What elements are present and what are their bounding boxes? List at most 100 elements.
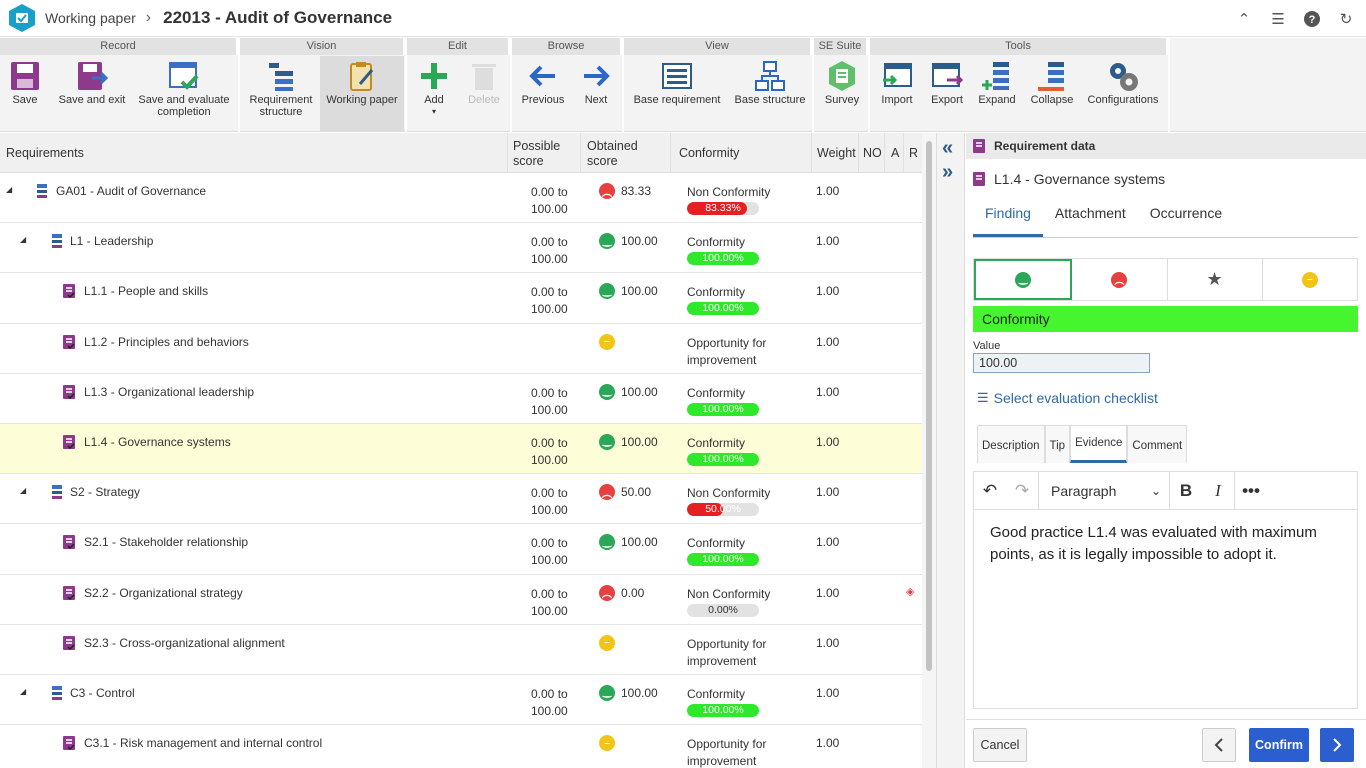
obtained-score: ‿ 100.00 xyxy=(599,283,658,300)
cancel-button[interactable]: Cancel xyxy=(973,728,1027,762)
ribbon-group-title: Tools xyxy=(870,38,1168,55)
group-icon xyxy=(52,685,62,700)
table-row[interactable]: S2.1 - Stakeholder relationship 0.00 to 10… xyxy=(0,524,922,575)
conformity-progress-bar: 100.00% xyxy=(687,402,759,416)
collapse-up-icon[interactable]: ⌃ xyxy=(1234,9,1254,29)
table-row[interactable]: ◢ GA01 - Audit of Governance 0.00 to 100.00… xyxy=(0,173,922,224)
next-requirement-button[interactable] xyxy=(1320,728,1354,762)
table-row[interactable]: ◢ L1 - Leadership 0.00 to 100.00 ‿ 100.00 Conf… xyxy=(0,223,922,274)
survey-button[interactable]: Survey xyxy=(818,56,866,132)
table-row[interactable]: S2.3 - Cross-organizational alignment – Op… xyxy=(0,625,922,675)
tab-tip[interactable]: Tip xyxy=(1044,425,1071,463)
export-button[interactable]: Export xyxy=(926,56,968,132)
table-row[interactable]: L1.3 - Organizational leadership 0.00 to 1… xyxy=(0,374,922,424)
column-header-weight[interactable]: Weight xyxy=(817,146,856,161)
conformity-status: Conformity 100.00% xyxy=(687,234,759,266)
value-field[interactable]: 100.00 xyxy=(973,353,1150,373)
risk-marker-icon[interactable]: ◈ xyxy=(906,585,914,598)
base-requirement-button[interactable]: Base requirement xyxy=(630,56,724,132)
save-and-exit-button[interactable]: Save and exit xyxy=(54,56,130,132)
add-button[interactable]: Add ▾ xyxy=(413,56,455,132)
paragraph-style-select[interactable]: Paragraph ⌄ xyxy=(1039,472,1169,510)
tab-attachment[interactable]: Attachment xyxy=(1043,201,1138,237)
table-row[interactable]: L1.2 - Principles and behaviors – Opportun… xyxy=(0,324,922,374)
star-icon: ★ xyxy=(1206,269,1223,289)
table-row[interactable]: ◢ C3 - Control 0.00 to 100.00 ‿ 100.00 Conform… xyxy=(0,675,922,726)
finding-conformity-option[interactable]: ‿ xyxy=(974,259,1073,300)
requirement-data-panel: Requirement data L1.4 - Governance syste… xyxy=(966,133,1366,768)
scrollbar-thumb[interactable] xyxy=(926,141,932,671)
column-header-no[interactable]: NO xyxy=(863,146,882,161)
table-row[interactable]: ◢ S2 - Strategy 0.00 to 100.00 ︵ 50.00 Non Con… xyxy=(0,474,922,525)
save-and-evaluate-button[interactable]: Save and evaluate completion xyxy=(134,56,234,132)
base-structure-button[interactable]: Base structure xyxy=(730,56,810,132)
help-icon[interactable]: ? xyxy=(1302,9,1322,29)
tab-comment[interactable]: Comment xyxy=(1127,425,1188,463)
obtained-score: ‿ 100.00 xyxy=(599,684,658,701)
tab-evidence[interactable]: Evidence xyxy=(1070,425,1128,463)
more-options-icon[interactable]: ••• xyxy=(1235,472,1267,510)
previous-button[interactable]: Previous xyxy=(516,56,570,132)
italic-icon[interactable]: I xyxy=(1202,472,1234,510)
chevron-right-icon: › xyxy=(145,9,152,26)
evidence-text-area[interactable]: Good practice L1.4 was evaluated with ma… xyxy=(974,510,1357,578)
column-header-requirements[interactable]: Requirements xyxy=(6,146,84,161)
expand-right-icon[interactable]: » xyxy=(942,161,953,184)
finding-opportunity-option[interactable]: – xyxy=(1263,259,1357,300)
requirement-name: GA01 - Audit of Governance xyxy=(56,184,207,198)
column-header-conformity[interactable]: Conformity xyxy=(679,146,739,161)
conformity-progress-bar: 100.00% xyxy=(687,252,759,266)
expand-caret-icon[interactable]: ◢ xyxy=(20,687,26,696)
tab-finding[interactable]: Finding xyxy=(973,201,1043,237)
smile-face-icon: ‿ xyxy=(599,684,615,701)
requirement-structure-button[interactable]: Requirement structure xyxy=(242,56,320,132)
confirm-button[interactable]: Confirm xyxy=(1249,728,1309,762)
obtained-score: – xyxy=(599,735,621,752)
collapse-left-icon[interactable]: « xyxy=(942,137,953,160)
save-button[interactable]: Save xyxy=(2,56,48,132)
bold-icon[interactable]: B xyxy=(1170,472,1202,510)
previous-requirement-button[interactable] xyxy=(1202,728,1236,762)
column-header-r[interactable]: R xyxy=(909,146,918,161)
weight-value: 1.00 xyxy=(816,334,840,349)
working-paper-button[interactable]: Working paper xyxy=(320,56,404,132)
tab-description[interactable]: Description xyxy=(977,425,1045,463)
table-row[interactable]: L1.1 - People and skills 0.00 to 100.00 ‿ 10… xyxy=(0,273,922,324)
base-structure-icon xyxy=(755,61,785,91)
neutral-face-icon: – xyxy=(1301,271,1318,288)
structure-icon xyxy=(269,63,293,91)
obtained-score: ︵ 50.00 xyxy=(599,484,651,501)
expand-caret-icon[interactable]: ◢ xyxy=(6,185,12,194)
list-icon[interactable]: ☰ xyxy=(1268,9,1288,29)
breadcrumb-app[interactable]: Working paper xyxy=(45,10,136,26)
undo-icon[interactable]: ↶ xyxy=(974,472,1006,510)
table-row[interactable]: C3.1 - Risk management and internal cont… xyxy=(0,725,922,768)
table-row[interactable]: L1.4 - Governance systems 0.00 to 100.00 ‿ 1… xyxy=(0,423,922,475)
column-header-obtained-score[interactable]: Obtained score xyxy=(587,139,638,169)
obtained-score: ‿ 100.00 xyxy=(599,534,658,551)
finding-non-conformity-option[interactable]: ︵ xyxy=(1072,259,1168,300)
tab-occurrence[interactable]: Occurrence xyxy=(1138,201,1234,237)
finding-star-option[interactable]: ★ xyxy=(1168,259,1263,300)
column-header-possible-score[interactable]: Possible score xyxy=(513,139,560,169)
requirement-icon xyxy=(63,384,75,399)
refresh-icon[interactable]: ↻ xyxy=(1336,9,1356,29)
expand-caret-icon[interactable]: ◢ xyxy=(20,486,26,495)
chevron-left-icon xyxy=(1214,738,1223,752)
import-button[interactable]: Import xyxy=(876,56,918,132)
requirement-icon xyxy=(63,535,75,550)
redo-icon[interactable]: ↷ xyxy=(1006,472,1038,510)
expand-button[interactable]: Expand xyxy=(976,56,1018,132)
delete-button[interactable]: Delete xyxy=(461,56,507,132)
table-row[interactable]: S2.2 - Organizational strategy 0.00 to 100… xyxy=(0,575,922,625)
column-header-a[interactable]: A xyxy=(891,146,899,161)
grid-scrollbar[interactable] xyxy=(922,133,936,768)
requirement-icon xyxy=(973,172,985,186)
sad-face-icon: ︵ xyxy=(1111,271,1128,288)
collapse-button[interactable]: Collapse xyxy=(1026,56,1078,132)
configurations-button[interactable]: Configurations xyxy=(1082,56,1164,132)
requirement-icon xyxy=(973,139,985,153)
select-checklist-link[interactable]: ☰ Select evaluation checklist xyxy=(977,390,1158,406)
expand-caret-icon[interactable]: ◢ xyxy=(20,235,26,244)
next-button[interactable]: Next xyxy=(574,56,618,132)
